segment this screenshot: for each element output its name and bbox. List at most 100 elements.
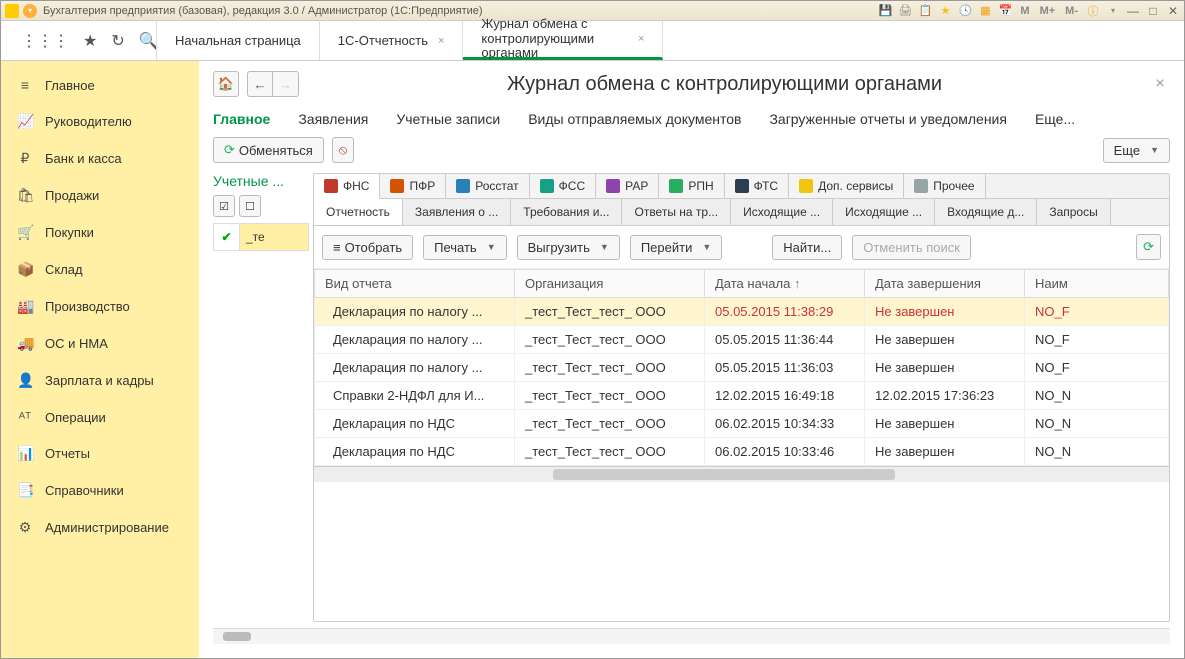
sidebar-icon: 🛍 — [17, 187, 33, 204]
uncheck-all-button[interactable]: ☐ — [239, 195, 261, 217]
tab-close-icon[interactable]: × — [438, 35, 444, 47]
category-tab-4[interactable]: Исходящие ... — [731, 199, 833, 225]
sidebar-icon: 🏭 — [17, 298, 33, 315]
subnav-doctypes[interactable]: Виды отправляемых документов — [528, 111, 741, 127]
category-tab-3[interactable]: Ответы на тр... — [622, 199, 731, 225]
sidebar-item-12[interactable]: ⚙Администрирование — [1, 509, 199, 546]
forward-button[interactable]: → — [273, 71, 299, 97]
info-icon[interactable]: ⓘ — [1086, 4, 1100, 18]
sidebar-item-2[interactable]: ₽Банк и касса — [1, 140, 199, 177]
category-tab-6[interactable]: Входящие д... — [935, 199, 1037, 225]
scroll-thumb[interactable] — [223, 632, 252, 641]
history-icon[interactable]: 🕓 — [958, 4, 972, 18]
save-icon[interactable]: 💾 — [878, 4, 892, 18]
category-tab-1[interactable]: Заявления о ... — [403, 199, 511, 225]
sidebar-item-0[interactable]: ≡Главное — [1, 67, 199, 103]
category-tab-2[interactable]: Требования и... — [511, 199, 622, 225]
agency-tab-2[interactable]: Росстат — [446, 174, 529, 198]
agency-tab-1[interactable]: ПФР — [380, 174, 446, 198]
sidebar-label: Зарплата и кадры — [45, 373, 154, 388]
sidebar-item-7[interactable]: 🚚ОС и НМА — [1, 325, 199, 362]
table-row[interactable]: Декларация по НДС_тест_Тест_тест_ ООО06.… — [315, 438, 1169, 466]
sidebar-item-3[interactable]: 🛍Продажи — [1, 177, 199, 214]
print-icon[interactable]: 🖨 — [898, 4, 912, 18]
goto-button[interactable]: Перейти▼ — [630, 235, 722, 260]
exchange-button[interactable]: ⟳Обменяться — [213, 137, 324, 163]
close-page-button[interactable]: × — [1150, 75, 1170, 93]
col-start[interactable]: Дата начала — [705, 270, 865, 298]
tab-reporting[interactable]: 1С-Отчетность× — [320, 21, 464, 60]
col-type[interactable]: Вид отчета — [315, 270, 515, 298]
star-icon[interactable]: ★ — [83, 31, 97, 51]
agency-tab-5[interactable]: РПН — [659, 174, 724, 198]
check-all-button[interactable]: ☑ — [213, 195, 235, 217]
memory-mminus[interactable]: M- — [1063, 5, 1080, 17]
refresh-button[interactable]: ⟳ — [1136, 234, 1161, 260]
grid-hscroll[interactable] — [314, 466, 1169, 482]
category-tab-7[interactable]: Запросы — [1037, 199, 1110, 225]
history-nav-icon[interactable]: ↻ — [111, 31, 124, 51]
sidebar-item-10[interactable]: 📊Отчеты — [1, 435, 199, 472]
sidebar-item-6[interactable]: 🏭Производство — [1, 288, 199, 325]
agency-tab-4[interactable]: РАР — [596, 174, 659, 198]
agency-tab-3[interactable]: ФСС — [530, 174, 596, 198]
copy-icon[interactable]: 📋 — [918, 4, 932, 18]
tab-start[interactable]: Начальная страница — [156, 21, 320, 60]
agency-tab-7[interactable]: Доп. сервисы — [789, 174, 904, 198]
sidebar-item-5[interactable]: 📦Склад — [1, 251, 199, 288]
export-button[interactable]: Выгрузить▼ — [517, 235, 620, 260]
sidebar-item-1[interactable]: 📈Руководителю — [1, 103, 199, 140]
find-button[interactable]: Найти... — [772, 235, 842, 260]
filter-button[interactable]: ≡Отобрать — [322, 235, 413, 260]
page-hscroll[interactable] — [213, 628, 1170, 644]
sidebar-label: Руководителю — [45, 114, 132, 129]
table-row[interactable]: Декларация по налогу ..._тест_Тест_тест_… — [315, 326, 1169, 354]
print-button[interactable]: Печать▼ — [423, 235, 507, 260]
info-dd-icon[interactable]: ▾ — [1106, 4, 1120, 18]
agency-icon — [390, 179, 404, 193]
maximize-button[interactable]: □ — [1146, 4, 1160, 18]
subnav-apps[interactable]: Заявления — [298, 111, 368, 127]
col-end[interactable]: Дата завершения — [865, 270, 1025, 298]
sidebar-item-8[interactable]: 👤Зарплата и кадры — [1, 362, 199, 399]
tab-close-icon[interactable]: × — [638, 33, 644, 45]
col-org[interactable]: Организация — [515, 270, 705, 298]
calendar-icon[interactable]: 📅 — [998, 4, 1012, 18]
close-window-button[interactable]: ✕ — [1166, 4, 1180, 18]
scroll-thumb[interactable] — [553, 469, 895, 480]
cell-start: 05.05.2015 11:38:29 — [705, 298, 865, 326]
agency-tab-6[interactable]: ФТС — [725, 174, 789, 198]
minimize-button[interactable]: — — [1126, 4, 1140, 18]
table-row[interactable]: Декларация по налогу ..._тест_Тест_тест_… — [315, 354, 1169, 382]
category-tab-0[interactable]: Отчетность — [314, 199, 403, 225]
sidebar-item-9[interactable]: ᴬᵀОперации — [1, 399, 199, 435]
check-icon[interactable]: ✔ — [214, 224, 240, 250]
subnav-main[interactable]: Главное — [213, 111, 270, 127]
table-row[interactable]: Справки 2-НДФЛ для И..._тест_Тест_тест_ … — [315, 382, 1169, 410]
agency-tab-8[interactable]: Прочее — [904, 174, 985, 198]
table-row[interactable]: Декларация по налогу ..._тест_Тест_тест_… — [315, 298, 1169, 326]
account-row[interactable]: ✔ _те — [213, 223, 309, 251]
agency-tab-0[interactable]: ФНС — [314, 174, 380, 199]
reports-grid[interactable]: Вид отчета Организация Дата начала Дата … — [314, 269, 1169, 621]
favorite-icon[interactable]: ★ — [938, 4, 952, 18]
sidebar-item-11[interactable]: 📑Справочники — [1, 472, 199, 509]
memory-m[interactable]: M — [1018, 5, 1031, 17]
subnav-accounts[interactable]: Учетные записи — [396, 111, 500, 127]
table-row[interactable]: Декларация по НДС_тест_Тест_тест_ ООО06.… — [315, 410, 1169, 438]
home-button[interactable]: 🏠 — [213, 71, 239, 97]
apps-icon[interactable]: ⋮⋮⋮ — [21, 31, 69, 51]
more-button[interactable]: Еще▼ — [1103, 138, 1170, 163]
category-tab-5[interactable]: Исходящие ... — [833, 199, 935, 225]
memory-mplus[interactable]: M+ — [1038, 5, 1058, 17]
back-button[interactable]: ← — [247, 71, 273, 97]
app-dropdown-icon[interactable]: ▾ — [23, 4, 37, 18]
subnav-loaded[interactable]: Загруженные отчеты и уведомления — [769, 111, 1007, 127]
tab-exchange-journal[interactable]: Журнал обмена с контролирующими органами… — [463, 21, 663, 60]
subnav-more[interactable]: Еще... — [1035, 111, 1075, 127]
calculator-icon[interactable]: ▦ — [978, 4, 992, 18]
sidebar-item-4[interactable]: 🛒Покупки — [1, 214, 199, 251]
col-name[interactable]: Наим — [1025, 270, 1169, 298]
toggle-button[interactable]: ⦸ — [332, 137, 354, 163]
cancel-search-button[interactable]: Отменить поиск — [852, 235, 971, 260]
